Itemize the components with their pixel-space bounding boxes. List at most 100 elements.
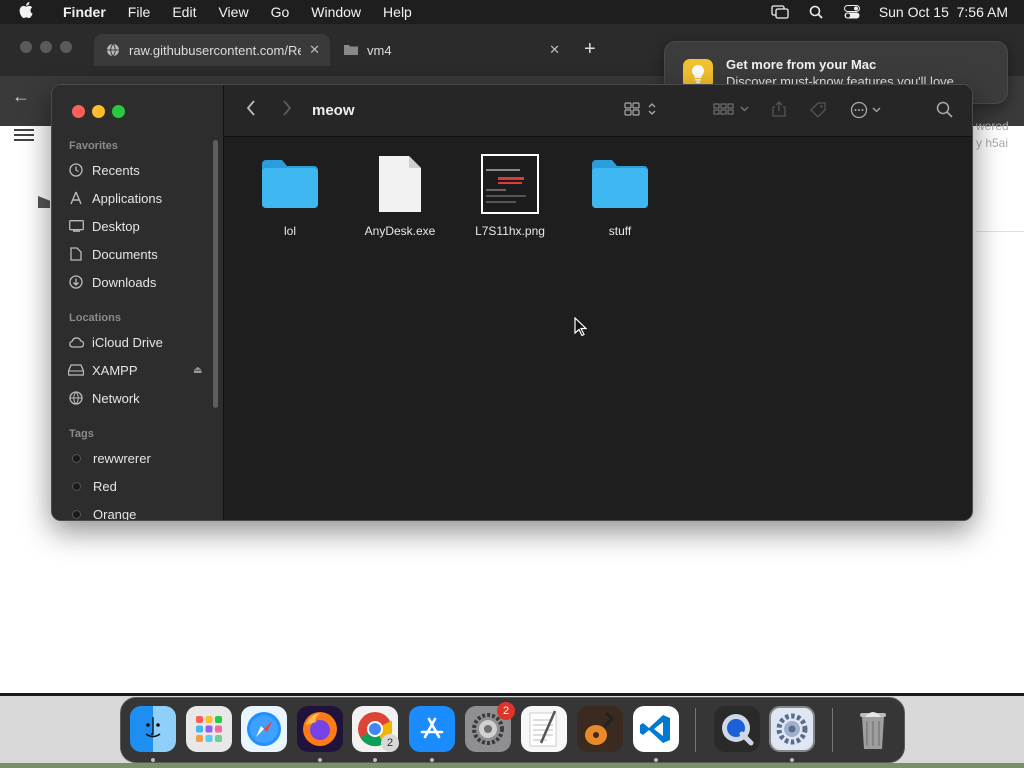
sidebar-header-locations: Locations xyxy=(69,312,121,324)
browser-tab-github[interactable]: raw.githubusercontent.com/Re ✕ xyxy=(94,34,330,66)
browser-tab-title: vm4 xyxy=(367,42,392,58)
file-item-stuff[interactable]: stuff xyxy=(570,153,670,238)
image-thumbnail-icon xyxy=(460,153,560,215)
menu-window[interactable]: Window xyxy=(300,4,372,20)
close-icon[interactable]: ✕ xyxy=(549,42,560,58)
tag-icon[interactable] xyxy=(809,101,827,119)
dock-separator xyxy=(695,708,696,752)
search-icon[interactable] xyxy=(936,101,953,118)
sidebar-item-recents[interactable]: Recents xyxy=(68,159,208,181)
sidebar-item-xampp[interactable]: XAMPP ⏏ xyxy=(68,359,208,381)
screen-mirroring-icon[interactable] xyxy=(771,5,789,19)
download-icon xyxy=(68,274,84,290)
dock-vscode-icon[interactable] xyxy=(633,706,679,752)
dock-finder-icon[interactable] xyxy=(130,706,176,752)
file-item-anydesk[interactable]: AnyDesk.exe xyxy=(350,153,450,238)
sidebar-tag-rewwrerer[interactable]: rewwrerer xyxy=(68,447,208,469)
menu-help[interactable]: Help xyxy=(372,4,423,20)
tag-dot-icon xyxy=(72,509,81,519)
finder-sidebar: Favorites Recents Applications Desktop D… xyxy=(52,85,224,520)
control-center-icon[interactable] xyxy=(843,5,861,19)
finder-file-area[interactable]: lol AnyDesk.exe L7S11hx.png stuff xyxy=(224,137,972,520)
sidebar-item-network[interactable]: Network xyxy=(68,387,208,409)
folder-icon xyxy=(240,153,340,215)
file-name: AnyDesk.exe xyxy=(364,224,436,238)
finder-window: Favorites Recents Applications Desktop D… xyxy=(51,84,973,521)
menu-bar: Finder File Edit View Go Window Help Sun… xyxy=(0,0,1024,24)
new-tab-button[interactable]: + xyxy=(584,38,596,61)
menu-go[interactable]: Go xyxy=(260,4,301,20)
sidebar-item-documents[interactable]: Documents xyxy=(68,243,208,265)
close-icon[interactable]: ✕ xyxy=(309,42,320,58)
spotlight-search-icon[interactable] xyxy=(807,5,825,19)
network-globe-icon xyxy=(68,390,84,406)
powered-by-text: wered y h5ai xyxy=(976,119,1009,150)
clock-icon xyxy=(68,162,84,178)
dock-garageband-icon[interactable] xyxy=(577,706,623,752)
page-folder-icon xyxy=(38,196,50,208)
sidebar-scrollbar[interactable] xyxy=(213,140,218,408)
forward-button[interactable] xyxy=(282,99,292,122)
file-name: stuff xyxy=(608,224,632,238)
menu-view[interactable]: View xyxy=(207,4,259,20)
running-indicator xyxy=(430,758,434,762)
sidebar-tag-orange[interactable]: Orange xyxy=(68,503,208,520)
folder-icon xyxy=(344,43,358,57)
dock-trash-icon[interactable] xyxy=(850,706,896,752)
file-item-png[interactable]: L7S11hx.png xyxy=(460,153,560,238)
hamburger-menu-icon[interactable] xyxy=(14,126,34,144)
dock-quicktime-icon[interactable] xyxy=(714,706,760,752)
sidebar-item-downloads[interactable]: Downloads xyxy=(68,271,208,293)
eject-icon[interactable]: ⏏ xyxy=(193,365,202,376)
browser-minimize-dot[interactable] xyxy=(40,41,52,53)
sidebar-tag-red[interactable]: Red xyxy=(68,475,208,497)
browser-zoom-dot[interactable] xyxy=(60,41,72,53)
dock-app-store-icon[interactable] xyxy=(409,706,455,752)
mouse-cursor-icon xyxy=(574,316,588,341)
share-icon[interactable] xyxy=(772,101,786,117)
desktop-wallpaper-strip xyxy=(0,763,1024,768)
dock-textedit-icon[interactable] xyxy=(521,706,567,752)
back-button[interactable] xyxy=(246,99,256,122)
running-indicator xyxy=(654,758,658,762)
sidebar-item-applications[interactable]: Applications xyxy=(68,187,208,209)
document-icon xyxy=(68,246,84,262)
dock-system-settings-icon[interactable] xyxy=(769,706,815,752)
dock-safari-icon[interactable] xyxy=(241,706,287,752)
file-name: lol xyxy=(283,224,296,238)
menu-file[interactable]: File xyxy=(117,4,162,20)
more-actions-icon[interactable] xyxy=(850,101,884,119)
menu-finder[interactable]: Finder xyxy=(52,4,117,20)
drive-icon xyxy=(68,362,84,378)
group-icon[interactable] xyxy=(713,101,751,117)
globe-icon xyxy=(106,43,120,57)
menu-edit[interactable]: Edit xyxy=(161,4,207,20)
view-grid-icon[interactable] xyxy=(624,101,660,117)
folder-icon xyxy=(570,153,670,215)
sidebar-header-tags: Tags xyxy=(69,428,94,440)
file-item-lol[interactable]: lol xyxy=(240,153,340,238)
sidebar-item-icloud-drive[interactable]: iCloud Drive xyxy=(68,331,208,353)
dock-separator xyxy=(832,708,833,752)
zoom-window-button[interactable] xyxy=(112,105,125,118)
applications-icon xyxy=(68,190,84,206)
browser-tab-vm4[interactable]: vm4 ✕ xyxy=(332,34,570,66)
dock-launchpad-icon[interactable] xyxy=(186,706,232,752)
notification-title: Get more from your Mac xyxy=(726,57,877,72)
running-indicator xyxy=(318,758,322,762)
running-indicator xyxy=(790,758,794,762)
sidebar-item-desktop[interactable]: Desktop xyxy=(68,215,208,237)
close-window-button[interactable] xyxy=(72,105,85,118)
sidebar-header-favorites: Favorites xyxy=(69,140,118,152)
chrome-profile-badge: 2 xyxy=(381,734,399,752)
minimize-window-button[interactable] xyxy=(92,105,105,118)
dock-firefox-icon[interactable] xyxy=(297,706,343,752)
menu-bar-clock[interactable]: Sun Oct 15 7:56 AM xyxy=(879,4,1008,20)
tag-dot-icon xyxy=(72,481,81,491)
back-arrow-icon[interactable]: ← xyxy=(12,86,30,107)
apple-menu-icon[interactable] xyxy=(0,1,52,23)
browser-tab-title: raw.githubusercontent.com/Re xyxy=(129,42,301,58)
tag-dot-icon xyxy=(72,453,81,463)
browser-close-dot[interactable] xyxy=(20,41,32,53)
window-title: meow xyxy=(312,102,355,119)
